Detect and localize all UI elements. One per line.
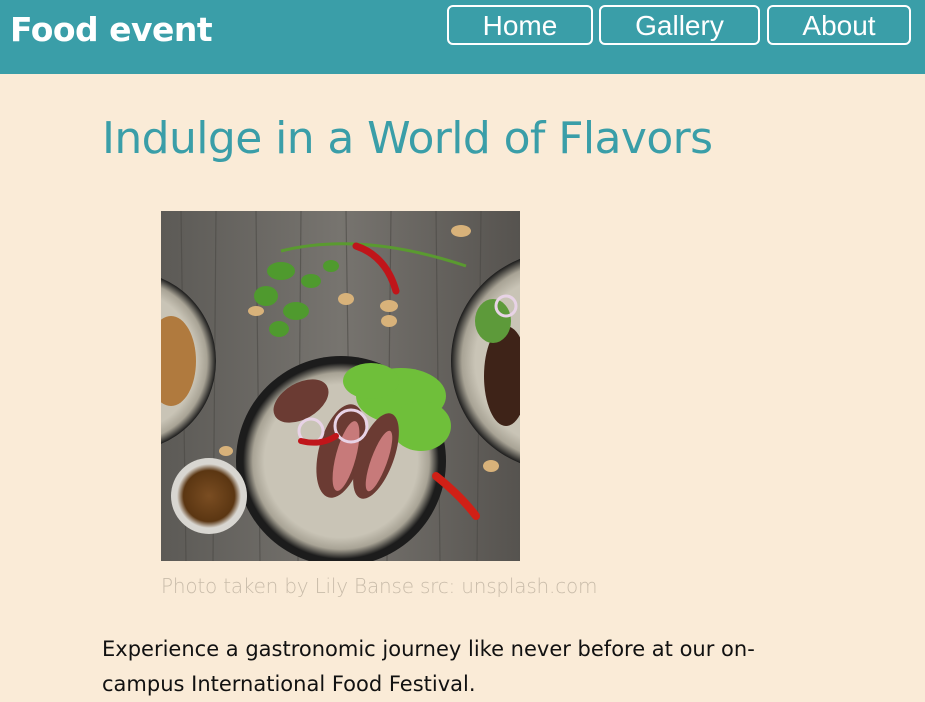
photo-caption: Photo taken by Lily Banse src: unsplash.… (161, 574, 598, 598)
nav-home-button[interactable]: Home (447, 5, 593, 45)
food-photo (161, 211, 520, 561)
nav-about-button[interactable]: About (767, 5, 911, 45)
site-header: Food event Home Gallery About (0, 0, 925, 74)
site-brand: Food event (10, 10, 213, 49)
intro-paragraph: Experience a gastronomic journey like ne… (102, 637, 755, 696)
nav-gallery-button[interactable]: Gallery (599, 5, 760, 45)
page-title: Indulge in a World of Flavors (102, 113, 713, 164)
